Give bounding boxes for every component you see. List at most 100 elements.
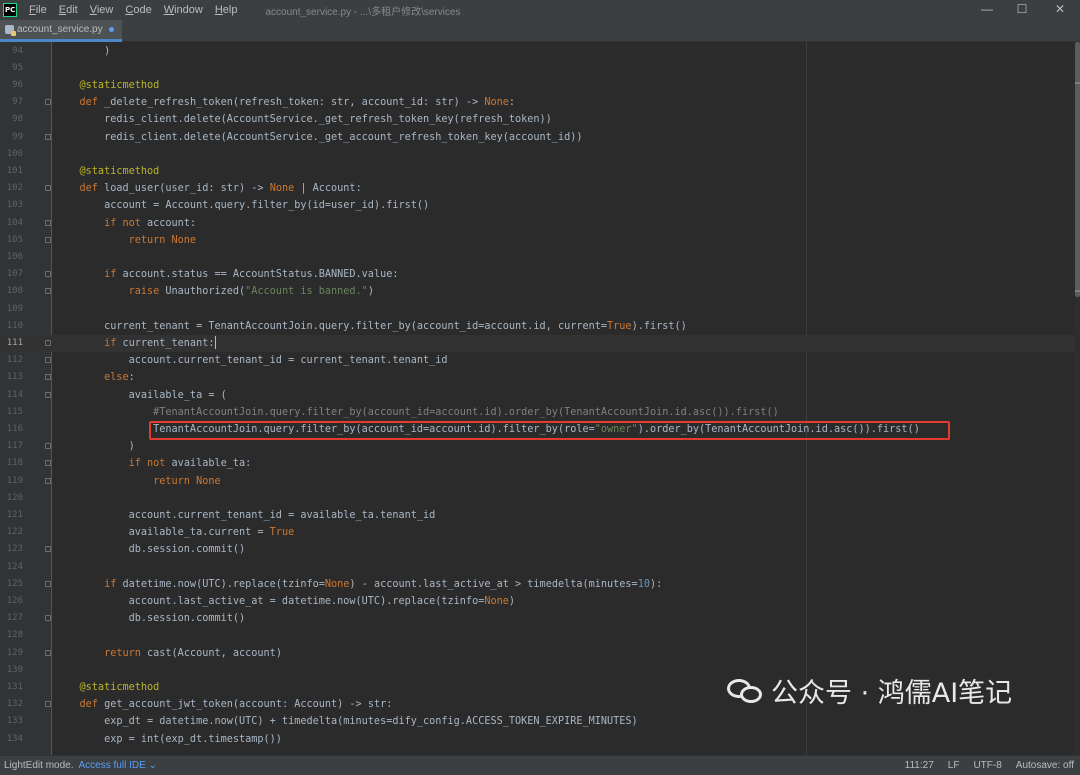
minimize-button[interactable]: — (970, 0, 1004, 20)
code-token: #TenantAccountJoin.query.filter_by(accou… (55, 406, 779, 418)
access-full-ide-link[interactable]: Access full IDE ⌄ (79, 760, 157, 771)
caret-position[interactable]: 111:27 (905, 760, 934, 771)
file-encoding[interactable]: UTF-8 (973, 760, 1001, 771)
code-line[interactable]: 123 db.session.commit() (0, 541, 1080, 558)
menu-bar: File Edit View Code Window Help (23, 4, 243, 16)
code-line[interactable]: 96 @staticmethod (0, 77, 1080, 94)
close-button[interactable]: ✕ (1043, 0, 1077, 20)
fold-marker-icon[interactable] (45, 288, 51, 295)
code-text: redis_client.delete(AccountService._get_… (55, 111, 552, 128)
fold-marker-icon[interactable] (45, 580, 51, 587)
code-line[interactable]: 128 (0, 627, 1080, 644)
code-text: @staticmethod (55, 163, 160, 180)
fold-marker-icon[interactable] (45, 339, 51, 346)
fold-marker-icon[interactable] (45, 391, 51, 398)
code-line[interactable]: 115 #TenantAccountJoin.query.filter_by(a… (0, 404, 1080, 421)
menu-item[interactable]: Edit (59, 4, 78, 16)
menu-item[interactable]: Code (125, 4, 151, 16)
line-number: 106 (6, 251, 23, 262)
access-full-ide-label: Access full IDE (78, 760, 146, 771)
fold-marker-icon[interactable] (45, 615, 51, 622)
fold-marker-icon[interactable] (45, 701, 51, 708)
fold-marker-icon[interactable] (45, 546, 51, 553)
code-line[interactable]: 105 return None (0, 232, 1080, 249)
code-line[interactable]: 101 @staticmethod (0, 163, 1080, 180)
vertical-scrollbar[interactable] (1075, 42, 1080, 755)
code-line[interactable]: 124 (0, 559, 1080, 576)
code-line[interactable]: 121 account.current_tenant_id = availabl… (0, 507, 1080, 524)
line-separator[interactable]: LF (948, 760, 960, 771)
code-line[interactable]: 106 (0, 249, 1080, 266)
fold-marker-icon[interactable] (45, 477, 51, 484)
code-line[interactable]: 120 (0, 490, 1080, 507)
code-line[interactable]: 97 def _delete_refresh_token(refresh_tok… (0, 94, 1080, 111)
maximize-button[interactable]: ☐ (1005, 0, 1039, 20)
code-token: @staticmethod (55, 79, 160, 91)
code-line[interactable]: 107 if account.status == AccountStatus.B… (0, 266, 1080, 283)
fold-marker-icon[interactable] (45, 374, 51, 381)
code-line[interactable]: 134 exp = int(exp_dt.timestamp()) (0, 731, 1080, 748)
fold-marker-icon[interactable] (45, 185, 51, 192)
fold-marker-icon[interactable] (45, 357, 51, 364)
code-line[interactable]: 95 (0, 60, 1080, 77)
code-line[interactable]: 103 account = Account.query.filter_by(id… (0, 197, 1080, 214)
fold-marker-icon[interactable] (45, 99, 51, 106)
fold-marker-icon[interactable] (45, 649, 51, 656)
scrollbar-thumb[interactable] (1075, 42, 1080, 297)
line-number: 101 (6, 165, 23, 176)
code-line[interactable]: 133 exp_dt = datetime.now(UTC) + timedel… (0, 713, 1080, 730)
code-line[interactable]: 100 (0, 146, 1080, 163)
code-token: redis_client.delete(AccountService._get_… (55, 114, 552, 126)
code-text: return cast(Account, account) (55, 645, 282, 662)
tab-account-service[interactable]: account_service.py (0, 20, 122, 42)
code-token: if (55, 578, 123, 590)
code-line[interactable]: 99 redis_client.delete(AccountService._g… (0, 129, 1080, 146)
fold-marker-icon[interactable] (45, 133, 51, 140)
fold-marker-icon[interactable] (45, 219, 51, 226)
fold-marker-icon[interactable] (45, 236, 51, 243)
code-text: current_tenant = TenantAccountJoin.query… (55, 318, 687, 335)
menu-item[interactable]: View (90, 4, 114, 16)
fold-marker-icon[interactable] (45, 271, 51, 278)
code-editor[interactable]: 94 ) 95 96 @staticmethod 97 def _delete_ref… (0, 42, 1080, 755)
code-line[interactable]: 110 current_tenant = TenantAccountJoin.q… (0, 318, 1080, 335)
code-token: get_account_jwt_token(account: Account) … (104, 699, 393, 711)
code-line[interactable]: 109 (0, 301, 1080, 318)
fold-marker-icon[interactable] (45, 460, 51, 467)
code-line[interactable]: 119 return None (0, 473, 1080, 490)
python-file-icon (5, 25, 16, 36)
code-token: def (55, 699, 105, 711)
fold-marker-icon[interactable] (45, 443, 51, 450)
code-line[interactable]: 127 db.session.commit() (0, 610, 1080, 627)
menu-item[interactable]: Help (215, 4, 238, 16)
code-line[interactable]: 98 redis_client.delete(AccountService._g… (0, 111, 1080, 128)
code-line[interactable]: 102 def load_user(user_id: str) -> None … (0, 180, 1080, 197)
code-line[interactable]: 118 if not available_ta: (0, 455, 1080, 472)
wechat-icon (727, 675, 763, 705)
code-line[interactable]: 111 if current_tenant: (0, 334, 1080, 353)
line-number: 113 (6, 372, 23, 383)
chevron-down-icon: ⌄ (148, 760, 157, 771)
tab-label: account_service.py (17, 24, 103, 35)
code-token: : (508, 97, 516, 109)
menu-item[interactable]: Window (164, 4, 203, 16)
code-line[interactable]: 126 account.last_active_at = datetime.no… (0, 593, 1080, 610)
autosave-status[interactable]: Autosave: off (1016, 760, 1074, 771)
code-line[interactable]: 125 if datetime.now(UTC).replace(tzinfo=… (0, 576, 1080, 593)
code-line[interactable]: 114 available_ta = ( (0, 387, 1080, 404)
code-line[interactable]: 108 raise Unauthorized("Account is banne… (0, 283, 1080, 300)
code-token: db.session.commit() (55, 613, 246, 625)
code-line[interactable]: 129 return cast(Account, account) (0, 645, 1080, 662)
code-line[interactable]: 117 ) (0, 438, 1080, 455)
code-line[interactable]: 122 available_ta.current = True (0, 524, 1080, 541)
code-line[interactable]: 94 ) (0, 43, 1080, 60)
highlight-annotation-box (149, 421, 950, 440)
code-token: db.session.commit() (55, 544, 246, 556)
pycharm-logo-icon: PC (3, 3, 17, 17)
code-line[interactable]: 112 account.current_tenant_id = current_… (0, 352, 1080, 369)
line-number: 118 (6, 458, 23, 469)
menu-item[interactable]: File (29, 4, 47, 16)
code-line[interactable]: 113 else: (0, 369, 1080, 386)
code-token: return None (55, 234, 197, 246)
code-line[interactable]: 104 if not account: (0, 215, 1080, 232)
